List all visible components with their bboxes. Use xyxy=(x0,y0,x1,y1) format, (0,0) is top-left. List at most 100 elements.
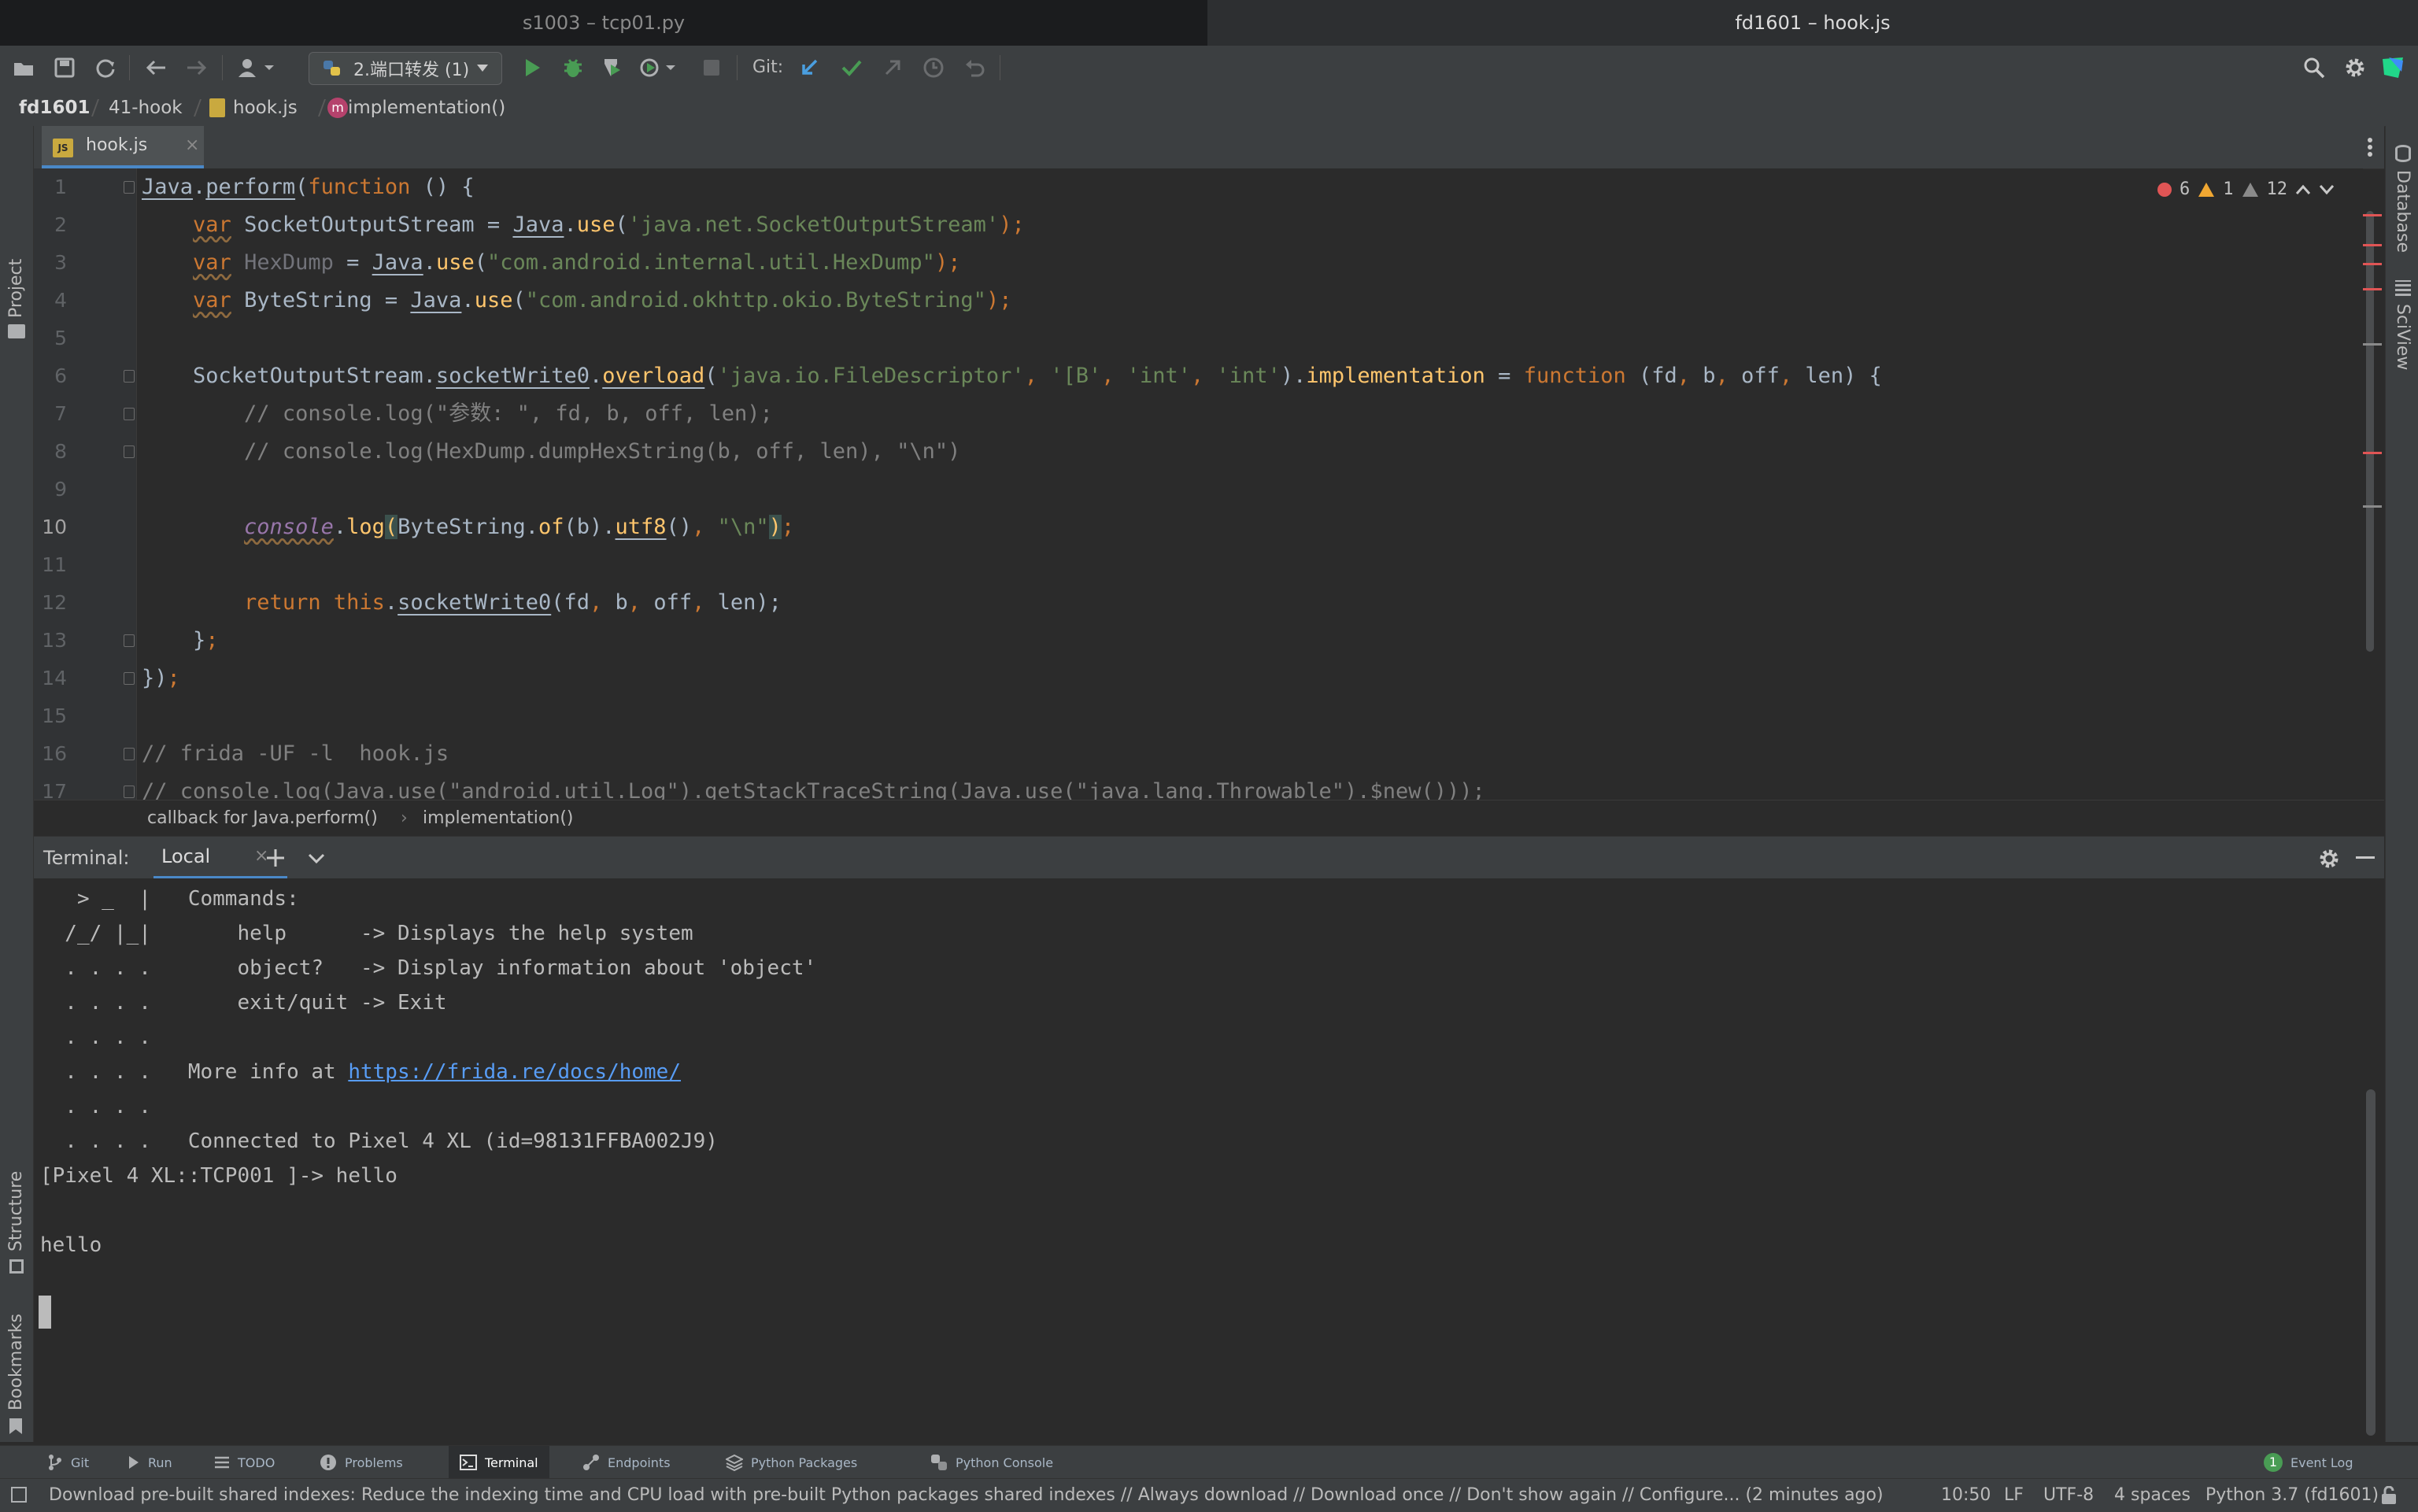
close-icon[interactable]: × xyxy=(185,126,199,165)
run-configuration-dropdown[interactable]: 2.端口转发 (1) xyxy=(309,52,502,85)
warning-stripe-mark[interactable] xyxy=(2363,343,2382,346)
editor-breadcrumb-callback[interactable]: callback for Java.perform() xyxy=(147,800,378,837)
code-line-17: // console.log(Java.use("android.util.Lo… xyxy=(142,779,1485,800)
code-line-3: var HexDump = Java.use("com.android.inte… xyxy=(193,250,961,275)
error-stripe-mark[interactable] xyxy=(2363,263,2382,265)
structure-tool-tab[interactable]: Structure xyxy=(6,1171,26,1251)
breadcrumb-folder[interactable]: 41-hook xyxy=(109,90,183,126)
sciview-icon xyxy=(2395,280,2411,296)
tool-tab-endpoints[interactable]: Endpoints xyxy=(582,1446,671,1479)
window-tab-tcp01[interactable]: s1003 – tcp01.py xyxy=(0,0,1207,46)
breadcrumb-project[interactable]: fd1601 xyxy=(19,90,90,126)
code-line-12: return this.socketWrite0(fd, b, off, len… xyxy=(244,590,782,615)
editor-gutter: 1 2 3 4 5 6 7 8 9 10 11 12 13 14 15 16 1… xyxy=(34,168,183,803)
warning-icon xyxy=(2198,182,2215,197)
bookmarks-tool-tab[interactable]: Bookmarks xyxy=(6,1314,26,1410)
fold-marker[interactable] xyxy=(124,672,135,685)
event-log-button[interactable]: 1 Event Log xyxy=(2264,1446,2353,1479)
terminal-output[interactable]: > _ | Commands: /_/ |_| help -> Displays… xyxy=(34,878,2384,1445)
terminal-scrollbar[interactable] xyxy=(2366,1089,2375,1436)
tool-tab-git[interactable]: Git xyxy=(47,1446,89,1479)
forward-arrow-icon[interactable] xyxy=(184,55,209,80)
terminal-label: Terminal: xyxy=(43,847,130,869)
gear-icon[interactable] xyxy=(2342,55,2368,80)
search-icon[interactable] xyxy=(2302,55,2327,80)
cursor-position[interactable]: 10:50 xyxy=(1941,1479,1991,1512)
tool-tab-run[interactable]: Run xyxy=(128,1446,172,1479)
open-folder-icon[interactable] xyxy=(11,55,36,80)
user-dropdown-icon[interactable] xyxy=(235,55,282,80)
event-log-count-badge: 1 xyxy=(2264,1453,2283,1472)
back-arrow-icon[interactable] xyxy=(143,55,168,80)
status-message[interactable]: Download pre-built shared indexes: Reduc… xyxy=(49,1479,1884,1512)
fold-marker[interactable] xyxy=(124,748,135,760)
git-commit-icon[interactable] xyxy=(839,55,864,80)
code-editor[interactable]: 6 1 12 Java.perform(function () { var So… xyxy=(137,168,2363,800)
js-file-icon xyxy=(209,98,225,117)
folder-icon xyxy=(8,324,25,338)
python-interpreter[interactable]: Python 3.7 (fd1601) xyxy=(2205,1479,2379,1512)
chevron-down-icon[interactable] xyxy=(2319,184,2335,195)
git-update-icon[interactable] xyxy=(797,55,822,80)
minimize-icon[interactable] xyxy=(2356,856,2375,859)
gear-icon[interactable] xyxy=(2318,848,2340,873)
profile-dropdown-icon[interactable] xyxy=(638,55,682,80)
fold-marker[interactable] xyxy=(124,786,135,798)
run-configuration-label: 2.端口转发 (1) xyxy=(353,61,470,80)
error-stripe-mark[interactable] xyxy=(2363,288,2382,290)
fold-marker[interactable] xyxy=(124,445,135,458)
git-rollback-icon[interactable] xyxy=(962,55,987,80)
editor-tab-hookjs[interactable]: JS hook.js × xyxy=(42,126,204,168)
plus-icon[interactable] xyxy=(265,848,286,871)
chevron-down-icon[interactable] xyxy=(308,852,325,867)
bookmark-icon xyxy=(9,1418,22,1434)
chevron-up-icon[interactable] xyxy=(2295,184,2311,195)
run-icon[interactable] xyxy=(519,55,545,80)
code-line-2: var SocketOutputStream = Java.use('java.… xyxy=(193,213,1025,237)
line-number: 1 xyxy=(54,176,67,198)
sciview-tool-tab[interactable]: SciView xyxy=(2393,304,2412,370)
editor-tab-label: hook.js xyxy=(86,135,148,155)
tool-tab-terminal[interactable]: Terminal xyxy=(449,1446,549,1479)
tool-tab-todo[interactable]: TODO xyxy=(214,1446,275,1479)
breadcrumb-file[interactable]: hook.js xyxy=(233,90,298,126)
tool-tab-python-packages[interactable]: Python Packages xyxy=(726,1446,857,1479)
fold-marker[interactable] xyxy=(124,634,135,647)
error-stripe-mark[interactable] xyxy=(2363,452,2382,454)
fold-marker[interactable] xyxy=(124,408,135,420)
run-with-coverage-icon[interactable] xyxy=(600,55,625,80)
tool-windows-toggle-icon[interactable] xyxy=(11,1487,27,1503)
warning-stripe-mark[interactable] xyxy=(2363,505,2382,508)
fold-marker[interactable] xyxy=(124,370,135,383)
project-tool-tab[interactable]: Project xyxy=(6,259,26,318)
database-icon xyxy=(2395,145,2411,162)
method-icon: m xyxy=(327,98,348,118)
jetbrains-logo-icon[interactable] xyxy=(2380,55,2405,80)
indent-setting[interactable]: 4 spaces xyxy=(2114,1479,2191,1512)
breadcrumb-method[interactable]: implementation() xyxy=(348,90,505,126)
sync-icon[interactable] xyxy=(93,55,118,80)
fold-marker[interactable] xyxy=(124,181,135,194)
file-encoding[interactable]: UTF-8 xyxy=(2043,1479,2094,1512)
line-separator[interactable]: LF xyxy=(2004,1479,2024,1512)
git-history-icon[interactable] xyxy=(921,55,946,80)
window-tab-hookjs[interactable]: fd1601 – hook.js xyxy=(1207,0,2418,46)
line-number: 9 xyxy=(54,478,67,501)
code-line-1: Java.perform(function () { xyxy=(142,175,475,199)
endpoints-icon xyxy=(583,1455,599,1470)
git-push-icon[interactable] xyxy=(880,55,905,80)
save-icon[interactable] xyxy=(52,55,77,80)
lock-icon[interactable] xyxy=(2380,1485,2398,1510)
frida-docs-link[interactable]: https://frida.re/docs/home/ xyxy=(348,1060,681,1084)
debug-icon[interactable] xyxy=(560,55,586,80)
database-tool-tab[interactable]: Database xyxy=(2393,170,2412,253)
tool-tab-python-console[interactable]: Python Console xyxy=(930,1446,1053,1479)
editor-breadcrumb-implementation[interactable]: implementation() xyxy=(423,800,573,837)
inspection-widget[interactable]: 6 1 12 xyxy=(2157,179,2335,199)
stop-icon[interactable] xyxy=(699,55,724,80)
more-options-icon[interactable] xyxy=(2367,137,2373,161)
error-stripe-mark[interactable] xyxy=(2363,244,2382,246)
editor-scrollbar[interactable] xyxy=(2366,211,2374,652)
tool-tab-problems[interactable]: Problems xyxy=(320,1446,403,1479)
error-stripe-mark[interactable] xyxy=(2363,214,2382,216)
